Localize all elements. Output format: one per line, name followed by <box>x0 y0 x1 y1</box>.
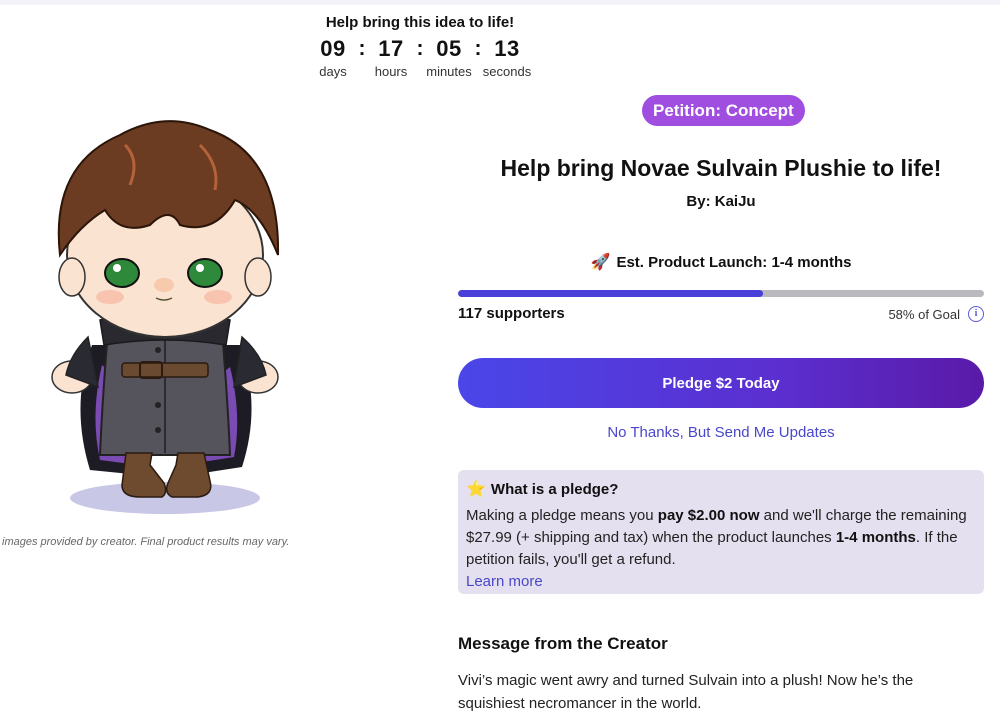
star-icon: ⭐ <box>466 481 486 498</box>
progress-bar <box>458 290 984 297</box>
countdown-seconds-value: 13 <box>494 36 520 61</box>
launch-estimate: 🚀 Est. Product Launch: 1-4 months <box>458 252 984 272</box>
image-caption: images provided by creator. Final produc… <box>2 536 290 548</box>
goal-percent-text: 58% of Goal <box>888 306 960 322</box>
countdown-days: 09 days <box>310 36 356 80</box>
countdown-seconds-label: seconds <box>482 64 532 79</box>
countdown-hours-label: hours <box>374 64 408 79</box>
creator-byline: By: KaiJu <box>686 193 756 210</box>
supporters-count: 117 supporters <box>458 305 565 322</box>
info-icon[interactable]: i <box>968 306 984 322</box>
goal-percent: 58% of Goal i <box>888 306 984 322</box>
countdown-hours: 17 hours <box>368 36 414 80</box>
top-band <box>0 0 1000 5</box>
countdown-timer: Help bring this idea to life! 09 days : … <box>300 14 540 79</box>
countdown-row: 09 days : 17 hours : 05 minutes : 13 sec… <box>300 36 540 80</box>
petition-badge: Petition: Concept <box>642 95 805 126</box>
plushie-illustration <box>51 120 280 514</box>
countdown-minutes-value: 05 <box>436 36 462 61</box>
pledge-info-bold-months: 1-4 months <box>835 529 916 546</box>
pledge-button[interactable]: Pledge $2 Today <box>458 358 984 408</box>
countdown-separator: : <box>416 37 424 60</box>
rocket-icon: 🚀 <box>590 254 611 271</box>
page-title: Help bring Novae Sulvain Plushie to life… <box>500 155 942 181</box>
countdown-separator: : <box>474 37 482 60</box>
pledge-info-text-1: Making a pledge means you <box>466 507 658 524</box>
creator-message-body: Vivi’s magic went awry and turned Sulvai… <box>458 672 914 712</box>
pledge-info-bold-amount: pay $2.00 now <box>657 507 760 524</box>
countdown-minutes-label: minutes <box>426 64 472 79</box>
progress-bar-fill <box>458 290 764 297</box>
countdown-days-value: 09 <box>320 36 346 61</box>
countdown-separator: : <box>358 37 366 60</box>
pledge-info-text: Making a pledge means you pay $2.00 now … <box>466 505 976 571</box>
countdown-minutes: 05 minutes <box>426 36 472 80</box>
pledge-info-box: ⭐ What is a pledge? Making a pledge means… <box>458 470 984 594</box>
creator-message-heading: Message from the Creator <box>458 634 668 653</box>
pledge-info-heading: ⭐ What is a pledge? <box>466 479 976 499</box>
no-thanks-link[interactable]: No Thanks, But Send Me Updates <box>458 424 984 441</box>
product-image <box>30 105 300 525</box>
countdown-days-label: days <box>319 64 347 79</box>
countdown-hours-value: 17 <box>378 36 404 61</box>
learn-more-link[interactable]: Learn more <box>466 571 976 593</box>
countdown-seconds: 13 seconds <box>482 36 532 80</box>
pledge-info-heading-text: What is a pledge? <box>490 480 619 498</box>
countdown-title: Help bring this idea to life! <box>325 14 515 31</box>
launch-estimate-text: Est. Product Launch: 1-4 months <box>616 254 852 271</box>
